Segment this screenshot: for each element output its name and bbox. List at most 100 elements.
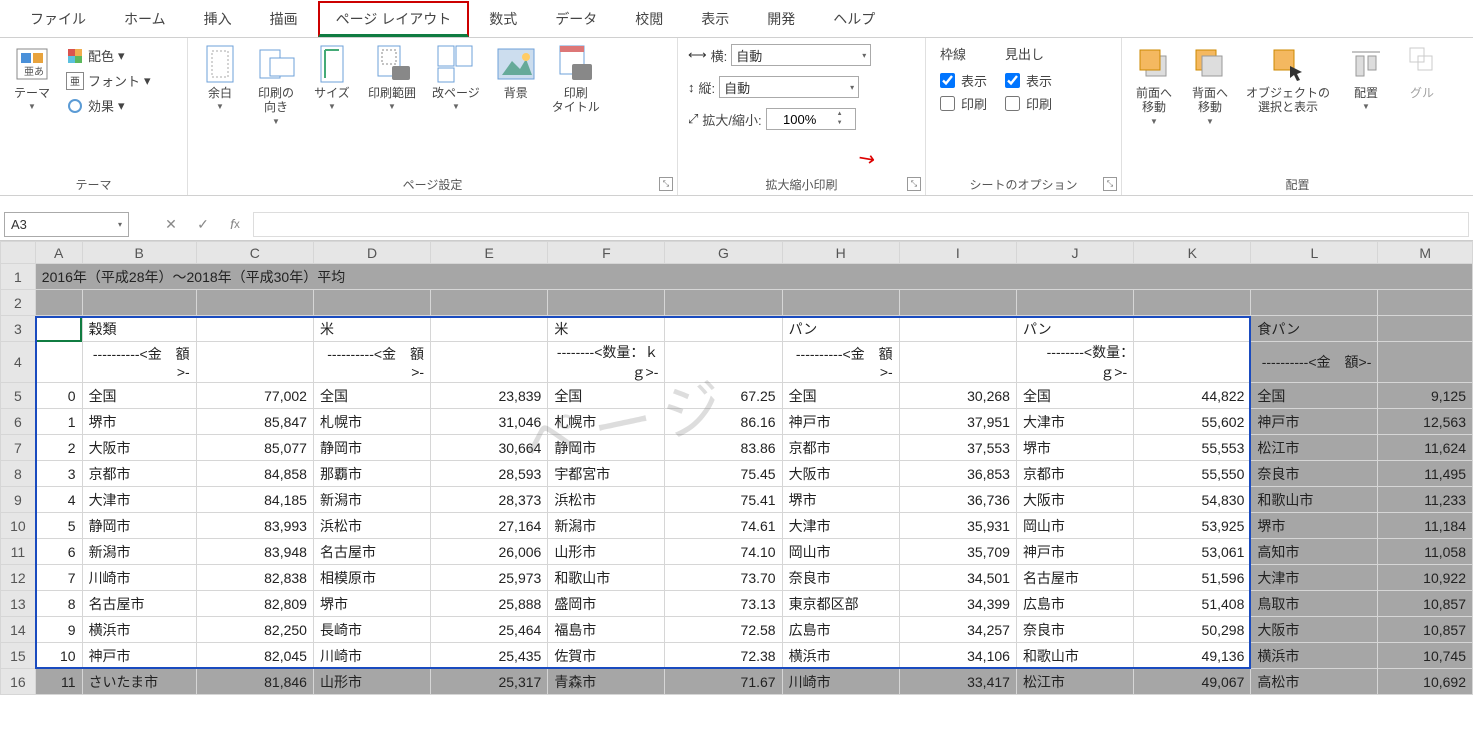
cell-r15-c0[interactable]: 神戸市: [82, 643, 196, 669]
bring-forward-button[interactable]: 前面へ 移動▼: [1128, 42, 1180, 128]
row-header-12[interactable]: 12: [1, 565, 36, 591]
margins-button[interactable]: 余白▼: [194, 42, 246, 113]
cell-idx-5[interactable]: 0: [35, 383, 82, 409]
cell-r10-c5[interactable]: 74.61: [665, 513, 782, 539]
cell-r15-c9[interactable]: 49,136: [1134, 643, 1251, 669]
cell-r4-0[interactable]: [35, 342, 82, 383]
tab-insert[interactable]: 挿入: [186, 1, 250, 37]
tab-file[interactable]: ファイル: [12, 1, 104, 37]
sheet-options-launcher[interactable]: ⤡: [1103, 177, 1117, 191]
cell-r12-c2[interactable]: 相模原市: [313, 565, 430, 591]
cell-r7-c0[interactable]: 大阪市: [82, 435, 196, 461]
cell-r5-c0[interactable]: 全国: [82, 383, 196, 409]
cell-r13-c0[interactable]: 名古屋市: [82, 591, 196, 617]
selection-pane-button[interactable]: オブジェクトの 選択と表示: [1240, 42, 1336, 117]
cell-r11-c0[interactable]: 新潟市: [82, 539, 196, 565]
cell-r15-c4[interactable]: 佐賀市: [548, 643, 665, 669]
cell-r13-c10[interactable]: 鳥取市: [1251, 591, 1378, 617]
cell-r7-c3[interactable]: 30,664: [431, 435, 548, 461]
enter-formula-button[interactable]: ✓: [189, 212, 217, 237]
row-header-16[interactable]: 16: [1, 669, 36, 695]
col-header-G[interactable]: G: [665, 242, 782, 264]
tab-developer[interactable]: 開発: [749, 1, 813, 37]
cell-r12-c0[interactable]: 川崎市: [82, 565, 196, 591]
cell-r11-c7[interactable]: 35,709: [899, 539, 1016, 565]
cell-r5-c10[interactable]: 全国: [1251, 383, 1378, 409]
tab-home[interactable]: ホーム: [106, 1, 184, 37]
row-header-4[interactable]: 4: [1, 342, 36, 383]
cell-r2-7[interactable]: [782, 290, 899, 316]
cell-r7-c9[interactable]: 55,553: [1134, 435, 1251, 461]
headings-print-check[interactable]: 印刷: [1005, 94, 1052, 113]
fx-button[interactable]: fx: [221, 212, 249, 237]
cell-r9-c1[interactable]: 84,185: [196, 487, 313, 513]
cell-r13-c1[interactable]: 82,809: [196, 591, 313, 617]
cell-r7-c11[interactable]: 11,624: [1378, 435, 1473, 461]
cell-r4-12[interactable]: [1378, 342, 1473, 383]
row-header-1[interactable]: 1: [1, 264, 36, 290]
cell-r8-c9[interactable]: 55,550: [1134, 461, 1251, 487]
cell-r9-c4[interactable]: 浜松市: [548, 487, 665, 513]
cell-r3-6[interactable]: [665, 316, 782, 342]
tab-data[interactable]: データ: [537, 1, 615, 37]
cell-r12-c9[interactable]: 51,596: [1134, 565, 1251, 591]
cell-r2-6[interactable]: [665, 290, 782, 316]
tab-review[interactable]: 校閲: [617, 1, 681, 37]
cell-r6-c10[interactable]: 神戸市: [1251, 409, 1378, 435]
cell-r10-c7[interactable]: 35,931: [899, 513, 1016, 539]
tab-view[interactable]: 表示: [683, 1, 747, 37]
cell-r10-c6[interactable]: 大津市: [782, 513, 899, 539]
cell-idx-14[interactable]: 9: [35, 617, 82, 643]
cell-r11-c6[interactable]: 岡山市: [782, 539, 899, 565]
cell-r11-c1[interactable]: 83,948: [196, 539, 313, 565]
cell-r5-c9[interactable]: 44,822: [1134, 383, 1251, 409]
cell-r3-4[interactable]: [431, 316, 548, 342]
cell-r6-c5[interactable]: 86.16: [665, 409, 782, 435]
row-header-9[interactable]: 9: [1, 487, 36, 513]
orientation-button[interactable]: 印刷の 向き▼: [250, 42, 302, 128]
cell-r13-c3[interactable]: 25,888: [431, 591, 548, 617]
cell-r16-c0[interactable]: さいたま市: [82, 669, 196, 695]
cell-r9-c2[interactable]: 新潟市: [313, 487, 430, 513]
row-header-6[interactable]: 6: [1, 409, 36, 435]
col-header-B[interactable]: B: [82, 242, 196, 264]
cell-r4-1[interactable]: ----------<金 額>-: [82, 342, 196, 383]
cell-r5-c8[interactable]: 全国: [1016, 383, 1133, 409]
gridlines-print-check[interactable]: 印刷: [940, 94, 987, 113]
cell-r5-c4[interactable]: 全国: [548, 383, 665, 409]
spin-up[interactable]: ▲: [833, 110, 847, 119]
cell-r4-10[interactable]: [1134, 342, 1251, 383]
cell-idx-15[interactable]: 10: [35, 643, 82, 669]
row-header-10[interactable]: 10: [1, 513, 36, 539]
cell-r7-c1[interactable]: 85,077: [196, 435, 313, 461]
cell-r14-c0[interactable]: 横浜市: [82, 617, 196, 643]
cell-r5-c6[interactable]: 全国: [782, 383, 899, 409]
cell-r4-8[interactable]: [899, 342, 1016, 383]
align-button[interactable]: 配置▼: [1340, 42, 1392, 113]
breaks-button[interactable]: 改ページ▼: [426, 42, 486, 113]
cell-r16-c10[interactable]: 高松市: [1251, 669, 1378, 695]
tab-draw[interactable]: 描画: [252, 1, 316, 37]
cell-A1[interactable]: 2016年（平成28年）～2018年（平成30年）平均: [35, 264, 1472, 290]
cell-r8-c3[interactable]: 28,593: [431, 461, 548, 487]
cell-r16-c4[interactable]: 青森市: [548, 669, 665, 695]
row-header-15[interactable]: 15: [1, 643, 36, 669]
cell-r11-c3[interactable]: 26,006: [431, 539, 548, 565]
cell-r5-c11[interactable]: 9,125: [1378, 383, 1473, 409]
cell-r2-11[interactable]: [1251, 290, 1378, 316]
cell-r12-c1[interactable]: 82,838: [196, 565, 313, 591]
cell-r15-c1[interactable]: 82,045: [196, 643, 313, 669]
cell-r2-4[interactable]: [431, 290, 548, 316]
cell-r5-c5[interactable]: 67.25: [665, 383, 782, 409]
cell-r6-c3[interactable]: 31,046: [431, 409, 548, 435]
cell-idx-8[interactable]: 3: [35, 461, 82, 487]
effects-button[interactable]: 効果 ▾: [62, 94, 155, 117]
cell-r14-c4[interactable]: 福島市: [548, 617, 665, 643]
col-header-D[interactable]: D: [313, 242, 430, 264]
col-header-L[interactable]: L: [1251, 242, 1378, 264]
cell-r7-c8[interactable]: 堺市: [1016, 435, 1133, 461]
cell-r12-c4[interactable]: 和歌山市: [548, 565, 665, 591]
cell-r5-c1[interactable]: 77,002: [196, 383, 313, 409]
cell-r4-3[interactable]: ----------<金 額>-: [313, 342, 430, 383]
cell-r2-0[interactable]: [35, 290, 82, 316]
